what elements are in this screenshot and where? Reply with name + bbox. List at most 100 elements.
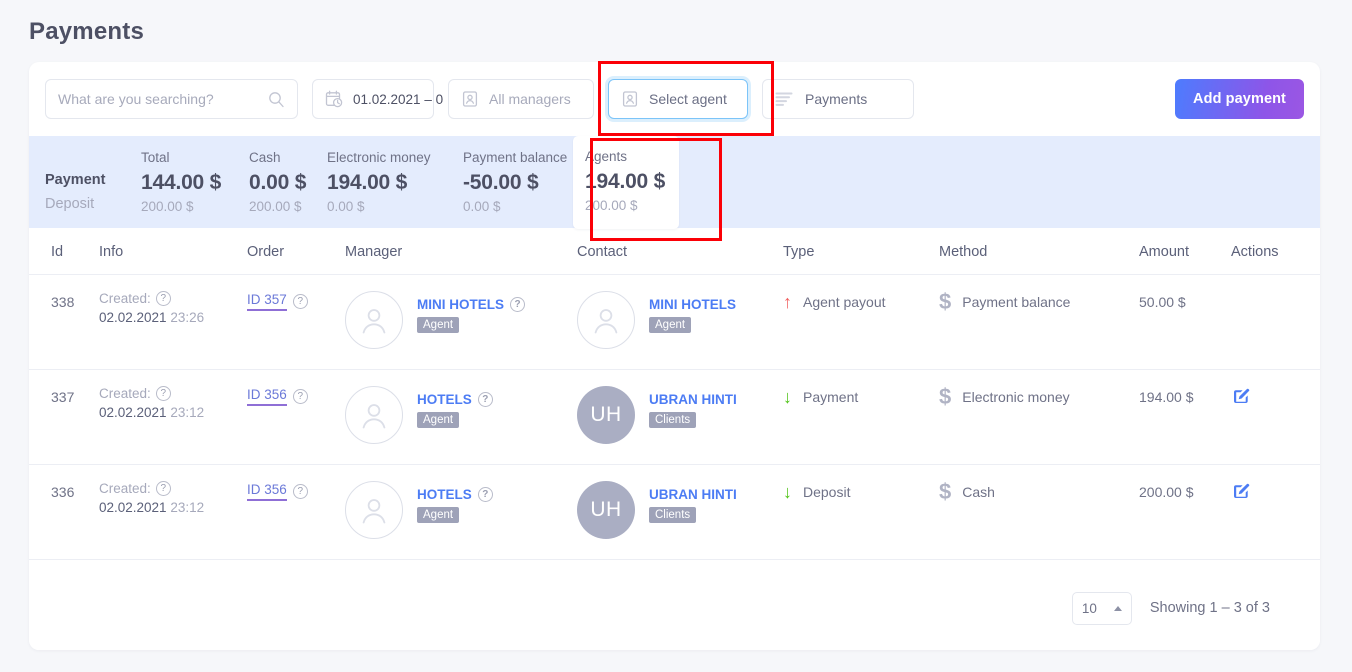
order-link-wrap: ID 357 ? bbox=[247, 291, 345, 311]
stat-electronic-money-label: Electronic money bbox=[327, 149, 431, 165]
column-header-order[interactable]: Order bbox=[247, 228, 345, 275]
stat-total-payment: 144.00 $ bbox=[141, 170, 222, 194]
order-link[interactable]: ID 357 bbox=[247, 292, 287, 311]
search-input[interactable]: What are you searching? bbox=[45, 79, 298, 119]
cell-contact: MINI HOTELS Agent bbox=[577, 274, 783, 370]
per-page-select[interactable]: 10 bbox=[1071, 591, 1132, 625]
stat-cash: Cash 0.00 $ 200.00 $ bbox=[249, 147, 327, 218]
cell-id: 337 bbox=[29, 369, 99, 465]
info-created-label: Created: bbox=[99, 386, 151, 401]
chevron-up-icon bbox=[1113, 605, 1122, 611]
method-label: Payment balance bbox=[962, 294, 1071, 310]
help-icon[interactable]: ? bbox=[510, 297, 525, 312]
arrow-up-icon: ↑ bbox=[783, 292, 792, 312]
manager-meta: HOTELS ? Agent bbox=[417, 386, 493, 428]
help-icon[interactable]: ? bbox=[155, 481, 171, 496]
manager-badge: Agent bbox=[417, 412, 460, 428]
manager-name-link[interactable]: HOTELS ? bbox=[417, 392, 493, 407]
column-header-id[interactable]: Id bbox=[29, 228, 99, 275]
column-header-type[interactable]: Type bbox=[783, 228, 939, 275]
avatar: UH bbox=[577, 386, 635, 444]
search-placeholder: What are you searching? bbox=[58, 91, 214, 107]
stat-payment-balance-payment: -50.00 $ bbox=[463, 170, 539, 194]
contact-name-link[interactable]: UBRAN HINTI bbox=[649, 392, 737, 407]
info-created-label: Created: bbox=[99, 481, 151, 496]
type-wrap: ↓ Payment bbox=[783, 386, 939, 406]
cell-contact: UH UBRAN HINTI Clients bbox=[577, 369, 783, 465]
cell-id: 338 bbox=[29, 274, 99, 370]
help-icon[interactable]: ? bbox=[292, 389, 308, 404]
help-icon[interactable]: ? bbox=[155, 291, 171, 306]
agent-filter-value: Select agent bbox=[649, 91, 727, 107]
order-link[interactable]: ID 356 bbox=[247, 387, 287, 406]
help-icon[interactable]: ? bbox=[292, 294, 308, 309]
stat-payment-balance: Payment balance -50.00 $ 0.00 $ bbox=[463, 147, 573, 218]
payment-type-filter[interactable]: Payments bbox=[762, 79, 914, 119]
cell-type: ↓ Payment bbox=[783, 369, 939, 465]
column-header-contact[interactable]: Contact bbox=[577, 228, 783, 275]
manager-name-link[interactable]: MINI HOTELS ? bbox=[417, 297, 525, 312]
stat-agents-payment: 194.00 $ bbox=[585, 169, 666, 193]
stat-agents-card: Agents 194.00 $ 200.00 $ bbox=[573, 135, 680, 229]
contact-name-link[interactable]: MINI HOTELS bbox=[649, 297, 736, 312]
payment-type-filter-value: Payments bbox=[805, 91, 868, 107]
add-payment-button[interactable]: Add payment bbox=[1175, 79, 1304, 119]
cell-info: Created: ? 02.02.2021 23:26 bbox=[99, 274, 247, 370]
cell-method: $ Electronic money bbox=[939, 369, 1139, 465]
cell-actions bbox=[1231, 464, 1320, 560]
help-icon[interactable]: ? bbox=[292, 484, 308, 499]
table-header: Id Info Order Manager Contact Type Metho… bbox=[29, 228, 1320, 275]
stat-cash-deposit: 200.00 $ bbox=[249, 198, 302, 214]
managers-filter[interactable]: All managers bbox=[448, 79, 594, 119]
summary-stats-bar: Payment Deposit Total 144.00 $ 200.00 $ … bbox=[29, 135, 1320, 229]
column-header-manager[interactable]: Manager bbox=[345, 228, 577, 275]
cell-amount: 200.00 $ bbox=[1139, 464, 1231, 560]
table-row[interactable]: 337 Created: ? 02.02.2021 23:12 ID 356 ?… bbox=[29, 369, 1320, 465]
date-range-filter[interactable]: 01.02.2021 – 0 bbox=[312, 79, 443, 119]
filter-lines-icon bbox=[775, 91, 795, 107]
edit-icon[interactable] bbox=[1231, 481, 1251, 501]
column-header-method[interactable]: Method bbox=[939, 228, 1139, 275]
cell-method: $ Cash bbox=[939, 464, 1139, 560]
method-wrap: $ Electronic money bbox=[939, 386, 1139, 408]
help-icon[interactable]: ? bbox=[477, 392, 493, 407]
stat-total-deposit: 200.00 $ bbox=[141, 198, 194, 214]
avatar bbox=[345, 481, 403, 539]
cell-manager: HOTELS ? Agent bbox=[345, 464, 577, 560]
stat-cash-label: Cash bbox=[249, 149, 281, 165]
avatar-initials: UH bbox=[590, 498, 622, 521]
cell-manager: MINI HOTELS ? Agent bbox=[345, 274, 577, 370]
help-icon[interactable]: ? bbox=[477, 487, 493, 502]
stat-total-label: Total bbox=[141, 149, 170, 165]
column-header-amount[interactable]: Amount bbox=[1139, 228, 1231, 275]
manager-name-link[interactable]: HOTELS ? bbox=[417, 487, 493, 502]
contact-card-icon bbox=[621, 90, 639, 108]
manager-name: HOTELS bbox=[417, 392, 472, 407]
stat-electronic-money-deposit: 0.00 $ bbox=[327, 198, 365, 214]
contact-meta: MINI HOTELS Agent bbox=[649, 291, 736, 333]
stat-payment-balance-label: Payment balance bbox=[463, 149, 568, 165]
help-icon[interactable]: ? bbox=[155, 386, 171, 401]
order-link-wrap: ID 356 ? bbox=[247, 481, 345, 501]
contact-name-link[interactable]: UBRAN HINTI bbox=[649, 487, 737, 502]
info-time: 23:12 bbox=[170, 405, 205, 420]
search-icon[interactable] bbox=[268, 91, 285, 108]
order-link[interactable]: ID 356 bbox=[247, 482, 287, 501]
stat-total: Total 144.00 $ 200.00 $ bbox=[141, 147, 249, 218]
avatar bbox=[345, 386, 403, 444]
table-row[interactable]: 336 Created: ? 02.02.2021 23:12 ID 356 ?… bbox=[29, 464, 1320, 560]
amount-value: 194.00 $ bbox=[1139, 389, 1194, 405]
type-label: Agent payout bbox=[803, 294, 886, 310]
info-datetime: 02.02.2021 23:12 bbox=[99, 405, 247, 420]
edit-icon[interactable] bbox=[1231, 386, 1251, 406]
agent-filter[interactable]: Select agent bbox=[608, 79, 748, 119]
filters-toolbar: What are you searching? 01.02.2021 – 0 A… bbox=[29, 62, 1320, 136]
table-row[interactable]: 338 Created: ? 02.02.2021 23:26 ID 357 ?… bbox=[29, 274, 1320, 370]
stat-electronic-money-payment: 194.00 $ bbox=[327, 170, 408, 194]
column-header-info[interactable]: Info bbox=[99, 228, 247, 275]
manager-meta: HOTELS ? Agent bbox=[417, 481, 493, 523]
info-created-line: Created: ? bbox=[99, 291, 247, 306]
cell-type: ↓ Deposit bbox=[783, 464, 939, 560]
stats-label-payment: Payment bbox=[45, 172, 106, 188]
stat-cash-payment: 0.00 $ bbox=[249, 170, 307, 194]
